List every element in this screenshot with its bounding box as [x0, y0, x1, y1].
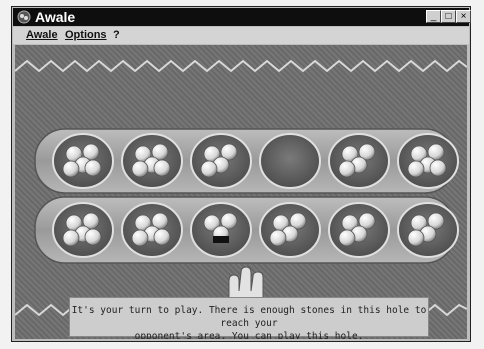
pit-top-2[interactable] — [121, 133, 183, 189]
stone — [338, 160, 356, 178]
pit-top-3[interactable] — [190, 133, 252, 189]
minimize-button[interactable]: _ — [426, 10, 441, 23]
zigzag-decoration-top — [15, 59, 467, 73]
stone — [84, 159, 102, 177]
stone — [269, 229, 287, 247]
maximize-icon: □ — [445, 11, 452, 22]
stone — [153, 228, 171, 246]
close-icon: × — [460, 11, 467, 22]
pit-bottom-3[interactable] — [190, 202, 252, 258]
pit-bottom-1[interactable] — [52, 202, 114, 258]
maximize-button[interactable]: □ — [441, 10, 456, 23]
minimize-icon: _ — [430, 11, 437, 22]
status-message: It's your turn to play. There is enough … — [69, 297, 429, 339]
stone — [200, 160, 218, 178]
stone — [153, 159, 171, 177]
title-bar: Awale _ □ × — [13, 8, 471, 26]
pit-top-6[interactable] — [397, 133, 459, 189]
close-button[interactable]: × — [456, 10, 471, 23]
stone — [131, 229, 149, 247]
game-area: It's your turn to play. There is enough … — [15, 45, 467, 339]
stone — [407, 229, 425, 247]
stone — [338, 229, 356, 247]
stone — [62, 160, 80, 178]
menu-help[interactable]: ? — [113, 29, 120, 41]
menu-bar: Awale Options ? — [13, 27, 469, 44]
stone — [407, 160, 425, 178]
pit-top-4[interactable] — [259, 133, 321, 189]
pit-bottom-4[interactable] — [259, 202, 321, 258]
status-line-2: opponent's area. You can play this hole. — [134, 331, 364, 339]
awale-window: Awale _ □ × Awale Options ? It's your tu… — [11, 6, 471, 342]
pit-top-5[interactable] — [328, 133, 390, 189]
menu-awale[interactable]: Awale — [26, 29, 58, 41]
pit-bottom-6[interactable] — [397, 202, 459, 258]
stone — [131, 160, 149, 178]
pit-bottom-2[interactable] — [121, 202, 183, 258]
status-line-1: It's your turn to play. There is enough … — [71, 305, 427, 329]
stone — [84, 228, 102, 246]
stone — [429, 159, 447, 177]
pit-bottom-5[interactable] — [328, 202, 390, 258]
menu-options[interactable]: Options — [65, 29, 107, 41]
app-icon[interactable] — [17, 10, 31, 24]
selected-pit-marker — [213, 236, 229, 243]
pit-top-1[interactable] — [52, 133, 114, 189]
awale-board — [15, 59, 467, 317]
window-title: Awale — [35, 9, 76, 25]
stone — [62, 229, 80, 247]
